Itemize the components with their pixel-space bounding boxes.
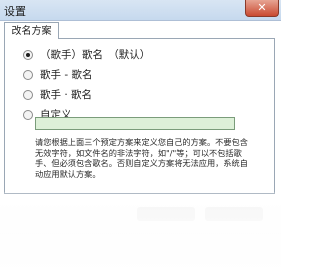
close-icon: ✕ bbox=[257, 1, 267, 14]
radio-button[interactable] bbox=[23, 110, 33, 120]
tab-label: 改名方案 bbox=[11, 26, 52, 37]
settings-dialog: 设置 ✕ 改名方案 （歌手）歌名 （默认） 歌手 - 歌名 歌手 · 歌名 自定… bbox=[0, 0, 281, 271]
title-bar: 设置 ✕ bbox=[0, 0, 281, 21]
custom-scheme-input[interactable] bbox=[35, 117, 235, 130]
cancel-button[interactable] bbox=[205, 207, 263, 221]
ok-button[interactable] bbox=[137, 207, 195, 221]
tab-rename-scheme[interactable]: 改名方案 bbox=[4, 22, 59, 39]
radio-button[interactable] bbox=[23, 90, 33, 100]
radio-button[interactable] bbox=[23, 50, 33, 60]
option-label: （歌手）歌名 （默认） bbox=[40, 49, 151, 61]
reflection-fade bbox=[0, 192, 281, 271]
close-button[interactable]: ✕ bbox=[245, 0, 279, 17]
option-label: 歌手 - 歌名 bbox=[40, 69, 93, 81]
window-title: 设置 bbox=[4, 5, 26, 18]
option-label: 歌手 · 歌名 bbox=[40, 89, 93, 101]
description-text: 请您根据上面三个预定方案来定义您自己的方案。不要包含无效字符，如文件名的非法字符… bbox=[35, 137, 248, 179]
radio-button[interactable] bbox=[23, 70, 33, 80]
